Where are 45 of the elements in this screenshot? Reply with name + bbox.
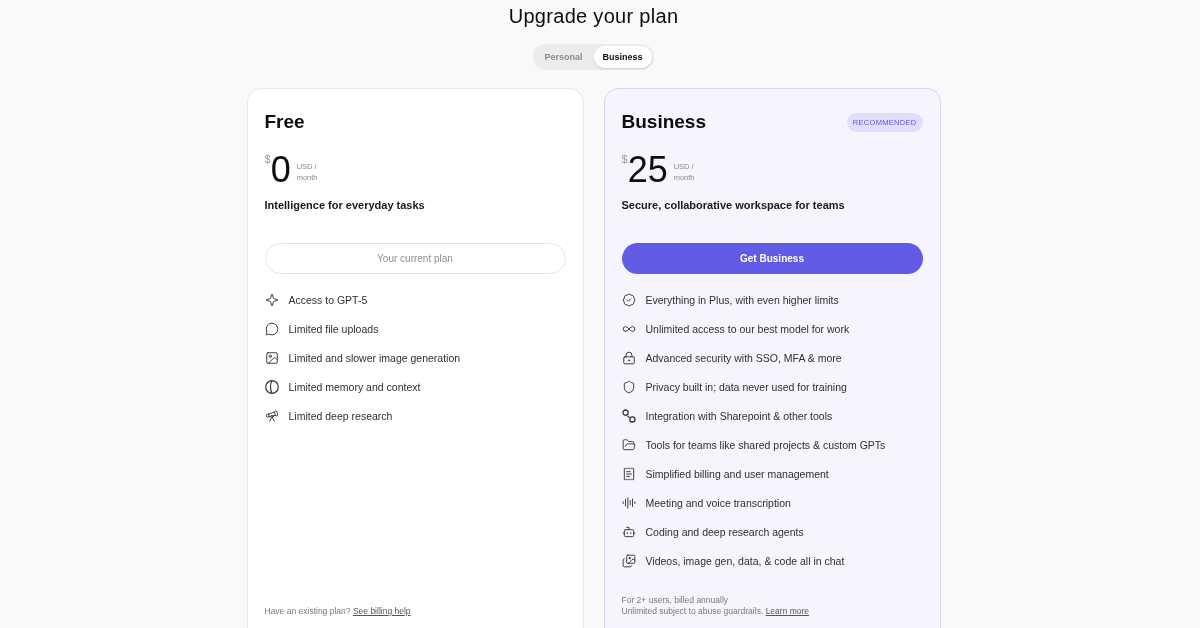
- feature-text: Limited memory and context: [288, 380, 421, 394]
- feature-text: Everything in Plus, with even higher limits: [645, 293, 839, 307]
- footer-note: Unlimited subject to abuse guardrails. Learn more: [621, 606, 811, 617]
- feature-text: Simplified billing and user management: [645, 467, 829, 481]
- footer-link[interactable]: See billing help: [352, 606, 411, 616]
- feature-text: Limited and slower image generation: [288, 351, 461, 365]
- feature-text: Videos, image gen, data, & code all in chat: [645, 554, 845, 568]
- robot-icon: [621, 525, 636, 539]
- feature-text: Coding and deep research agents: [645, 525, 804, 539]
- feature-text: Tools for teams like shared projects & custom GPTs: [645, 438, 886, 452]
- chat-bubble-icon: [264, 322, 279, 336]
- currency-symbol: $: [264, 152, 271, 165]
- page-title: Upgrade your plan: [508, 4, 679, 28]
- feature-text: Limited deep research: [288, 409, 393, 423]
- plan-button[interactable]: Get Business: [621, 243, 923, 274]
- feature-text: Privacy built in; data never used for training: [645, 380, 847, 394]
- badge-check-icon: [621, 293, 636, 307]
- linked-rings-icon: [621, 409, 636, 423]
- split-circle-icon: [264, 380, 279, 394]
- folder-icon: [621, 438, 636, 452]
- receipt-icon: [621, 467, 636, 481]
- telescope-icon: [264, 409, 279, 423]
- price-amount: 25: [627, 151, 668, 189]
- lock-icon: [621, 351, 636, 365]
- footer-note: For 2+ users, billed annually: [621, 595, 730, 606]
- plan-tagline: Secure, collaborative workspace for teams: [621, 198, 846, 212]
- price-amount: 0: [270, 151, 291, 189]
- feature-text: Limited file uploads: [288, 322, 379, 336]
- plan-type-tab[interactable]: Business: [593, 46, 652, 68]
- audio-wave-icon: [621, 496, 636, 510]
- currency-symbol: $: [621, 152, 628, 165]
- plan-tagline: Intelligence for everyday tasks: [264, 198, 426, 212]
- feature-text: Unlimited access to our best model for work: [645, 322, 850, 336]
- feature-text: Advanced security with SSO, MFA & more: [645, 351, 842, 365]
- footer-link[interactable]: Learn more: [765, 606, 810, 616]
- plan-name: Business: [621, 110, 706, 134]
- image-icon: [264, 351, 279, 365]
- images-icon: [621, 554, 636, 568]
- feature-text: Integration with Sharepoint & other tools: [645, 409, 833, 423]
- feature-text: Meeting and voice transcription: [645, 496, 791, 510]
- feature-text: Access to GPT-5: [288, 293, 368, 307]
- shield-icon: [621, 380, 636, 394]
- sparkle-icon: [264, 293, 279, 307]
- plan-name: Free: [264, 110, 305, 134]
- footer-note: Have an existing plan? See billing help: [264, 606, 412, 617]
